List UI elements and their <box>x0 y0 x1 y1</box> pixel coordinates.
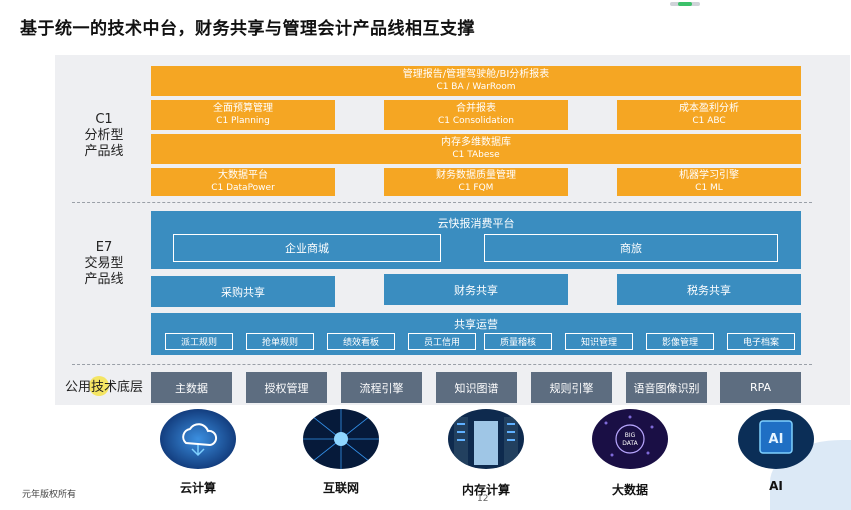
ops-item-performance-board: 绩效看板 <box>327 333 395 350</box>
c1-block-abc: 成本盈利分析 C1 ABC <box>617 100 801 130</box>
cloud-computing-icon <box>160 409 236 469</box>
shared-operations: 共享运营 派工规则 抢单规则 绩效看板 员工信用 质量稽核 知识管理 影像管理 … <box>151 313 801 355</box>
block-name: 内存多维数据库 <box>441 137 511 148</box>
tax-sharing: 税务共享 <box>617 274 801 305</box>
block-name: 机器学习引擎 <box>679 170 739 181</box>
base-layer-label: 公用技术底层 <box>64 380 143 395</box>
big-data-text-2: DATA <box>622 440 638 447</box>
big-data-text-1: BIG <box>625 432 636 439</box>
c1-block-bi-reports: 管理报告/管理驾驶舱/BI分析报表 C1 BA / WarRoom <box>151 66 801 96</box>
business-travel: 商旅 <box>484 234 778 262</box>
block-product: C1 ABC <box>692 116 726 126</box>
tech-label-internet: 互联网 <box>322 481 359 495</box>
block-product: C1 BA / WarRoom <box>436 82 516 92</box>
ops-item-dispatch-rules: 派工规则 <box>165 333 233 350</box>
block-name: 合并报表 <box>456 103 496 114</box>
c1-block-consolidation: 合并报表 C1 Consolidation <box>384 100 568 130</box>
base-rules-engine: 规则引擎 <box>531 372 612 403</box>
base-workflow-engine: 流程引擎 <box>341 372 422 403</box>
c1-line: 产品线 <box>84 144 124 159</box>
base-rpa: RPA <box>720 372 801 403</box>
copyright-footer: 元年版权所有 <box>22 490 77 500</box>
block-name: 全面预算管理 <box>213 103 273 114</box>
ai-icon: AI <box>738 409 814 469</box>
internet-icon <box>303 409 379 469</box>
block-name: 大数据平台 <box>218 170 268 181</box>
block-name: 财务数据质量管理 <box>436 170 516 181</box>
ai-chip-text: AI <box>769 432 784 447</box>
block-product: C1 FQM <box>458 183 494 193</box>
block-name: 成本盈利分析 <box>679 103 739 114</box>
ops-item-image-mgmt: 影像管理 <box>646 333 714 350</box>
expense-platform-title: 云快报消费平台 <box>437 217 515 230</box>
base-master-data: 主数据 <box>151 372 232 403</box>
tech-label-cloud: 云计算 <box>179 481 216 495</box>
e7-code: E7 <box>95 240 113 255</box>
base-authorization: 授权管理 <box>246 372 327 403</box>
page-number: 12 <box>477 494 489 504</box>
c1-type: 分析型 <box>84 128 124 143</box>
finance-sharing: 财务共享 <box>384 274 568 305</box>
procurement-sharing: 采购共享 <box>151 276 335 307</box>
ops-item-quality-audit: 质量稽核 <box>484 333 552 350</box>
c1-block-datapower: 大数据平台 C1 DataPower <box>151 168 335 196</box>
base-knowledge-graph: 知识图谱 <box>436 372 517 403</box>
page-title: 基于统一的技术中台，财务共享与管理会计产品线相互支撑 <box>20 19 475 39</box>
block-product: C1 Planning <box>216 116 270 126</box>
ops-item-knowledge-mgmt: 知识管理 <box>565 333 633 350</box>
c1-block-planning: 全面预算管理 C1 Planning <box>151 100 335 130</box>
ops-item-grab-rules: 抢单规则 <box>246 333 314 350</box>
big-data-icon: BIG DATA <box>592 409 668 469</box>
block-product: C1 ML <box>695 183 723 193</box>
enterprise-mall: 企业商城 <box>173 234 441 262</box>
block-name: 管理报告/管理驾驶舱/BI分析报表 <box>402 69 550 80</box>
c1-block-ml: 机器学习引擎 C1 ML <box>617 168 801 196</box>
block-product: C1 DataPower <box>211 183 275 193</box>
ops-item-e-archive: 电子档案 <box>727 333 795 350</box>
c1-block-tabese: 内存多维数据库 C1 TAbese <box>151 134 801 164</box>
block-product: C1 Consolidation <box>437 116 515 126</box>
layer-divider <box>72 364 812 365</box>
e7-type: 交易型 <box>84 256 124 271</box>
tech-label-ai: AI <box>769 479 783 493</box>
window-control-active <box>678 2 692 6</box>
ops-item-employee-credit: 员工信用 <box>408 333 476 350</box>
e7-line: 产品线 <box>84 272 124 287</box>
base-voice-image-recognition: 语音图像识别 <box>626 372 707 403</box>
in-memory-computing-icon <box>448 409 524 469</box>
layer-divider <box>72 202 812 203</box>
block-product: C1 TAbese <box>452 150 500 160</box>
c1-code: C1 <box>95 112 113 127</box>
shared-operations-title: 共享运营 <box>454 318 498 331</box>
tech-label-big-data: 大数据 <box>611 483 648 497</box>
e7-layer-label: E7 交易型 产品线 <box>70 240 138 288</box>
e7-expense-platform: 云快报消费平台 企业商城 商旅 <box>151 211 801 269</box>
c1-block-fqm: 财务数据质量管理 C1 FQM <box>384 168 568 196</box>
c1-layer-label: C1 分析型 产品线 <box>70 112 138 160</box>
